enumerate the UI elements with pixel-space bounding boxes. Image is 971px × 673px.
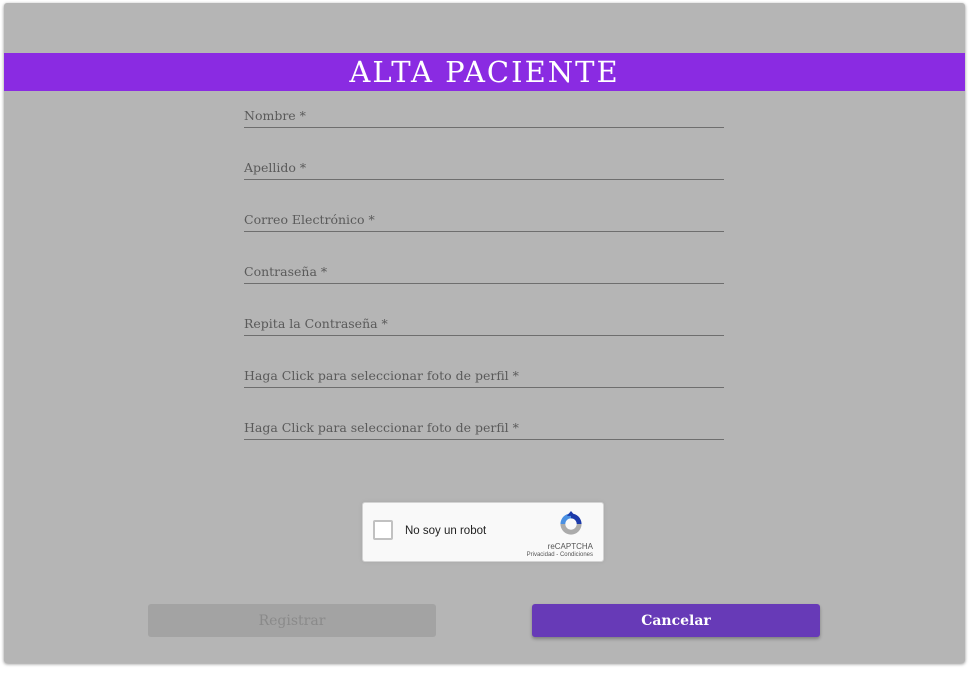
register-button[interactable]: Registrar — [148, 604, 436, 637]
recaptcha-brand: reCAPTCHA — [547, 542, 593, 551]
recaptcha-logo-icon — [560, 511, 582, 535]
profile-photo-label-1: Haga Click para seleccionar foto de perf… — [244, 368, 519, 383]
recaptcha-widget: No soy un robot reCAPTCHA Privacidad - C… — [362, 502, 604, 562]
last-name-field[interactable]: Apellido * — [244, 155, 724, 180]
email-field[interactable]: Correo Electrónico * — [244, 207, 724, 232]
password-field[interactable]: Contraseña * — [244, 259, 724, 284]
profile-photo-field-1[interactable]: Haga Click para seleccionar foto de perf… — [244, 363, 724, 388]
email-label: Correo Electrónico * — [244, 212, 375, 227]
password-label: Contraseña * — [244, 264, 328, 279]
page-title: ALTA PACIENTE — [349, 54, 620, 89]
last-name-label: Apellido * — [244, 160, 307, 175]
first-name-label: Nombre * — [244, 108, 306, 123]
recaptcha-label: No soy un robot — [405, 525, 487, 537]
first-name-field[interactable]: Nombre * — [244, 103, 724, 128]
repeat-password-label: Repita la Contraseña * — [244, 316, 388, 331]
signup-card: ALTA PACIENTE Nombre * Apellido * Correo… — [4, 3, 965, 663]
title-bar: ALTA PACIENTE — [4, 53, 965, 91]
recaptcha-checkbox[interactable] — [373, 520, 393, 540]
recaptcha-links[interactable]: Privacidad - Condiciones — [527, 552, 593, 558]
profile-photo-label-2: Haga Click para seleccionar foto de perf… — [244, 420, 519, 435]
cancel-button[interactable]: Cancelar — [532, 604, 820, 637]
repeat-password-field[interactable]: Repita la Contraseña * — [244, 311, 724, 336]
profile-photo-field-2[interactable]: Haga Click para seleccionar foto de perf… — [244, 415, 724, 440]
